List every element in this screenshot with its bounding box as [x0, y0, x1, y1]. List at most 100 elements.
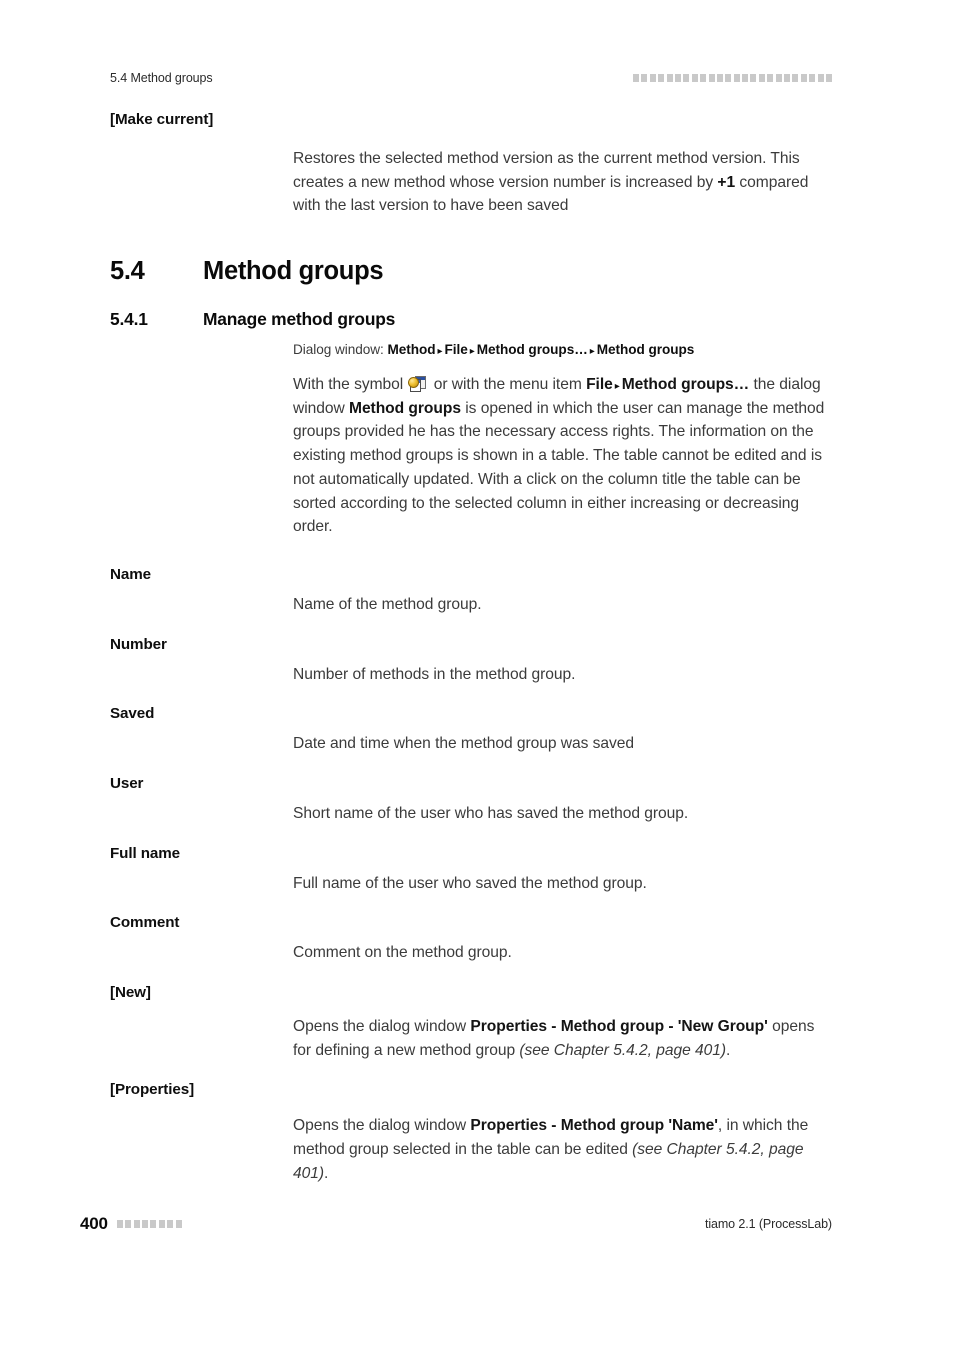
marker-square — [758, 74, 765, 82]
marker-square — [649, 74, 656, 82]
marker-square — [150, 1220, 157, 1228]
marker-square — [725, 74, 732, 82]
chevron-right-icon: ▸ — [614, 381, 620, 393]
marker-square — [683, 74, 690, 82]
term-name: Name — [110, 565, 151, 583]
marker-square — [792, 74, 799, 82]
breadcrumb-item-method: Method — [387, 342, 436, 358]
heading-number: 5.4.1 — [110, 309, 148, 330]
marker-square — [125, 1220, 132, 1228]
dialog-window-breadcrumb: Dialog window: Method ▸ File ▸ Method groups… — [293, 342, 834, 357]
marker-square — [116, 1220, 123, 1228]
marker-square — [784, 74, 791, 82]
marker-square — [716, 74, 723, 82]
chevron-right-icon: ▸ — [589, 346, 595, 358]
term-properties: [Properties] — [110, 1081, 195, 1099]
term-full-name: Full name — [110, 844, 180, 862]
definition-text-full-name: Full name of the user who saved the meth… — [293, 874, 647, 892]
intro-text-part: With the symbol — [293, 376, 408, 394]
page-header: 5.4 Method groups — [110, 69, 832, 87]
dialog-label: Dialog window: — [293, 342, 384, 358]
term-saved: Saved — [110, 705, 155, 723]
term-make-current: [Make current] — [110, 111, 214, 128]
document-page: 5.4 Method groups [Make current] Restore… — [0, 0, 954, 1350]
intro-menu-method-groups: Method groups… — [621, 376, 750, 394]
definition-comment: Comment Comment on the method group. — [110, 913, 834, 965]
header-running-title: 5.4 Method groups — [110, 71, 213, 85]
marker-square — [826, 74, 832, 82]
marker-square — [700, 74, 707, 82]
definition-text-number: Number of methods in the method group. — [293, 665, 576, 683]
marker-square — [658, 74, 665, 82]
definition-text-properties: Opens the dialog window Properties - Met… — [293, 1114, 834, 1185]
intro-paragraph: With the symbol or with the menu item Fi… — [293, 373, 834, 539]
footer-left: 400 — [80, 1214, 182, 1234]
heading-section-5-4-1: 5.4.1 Manage method groups — [110, 309, 834, 330]
marker-square — [767, 74, 774, 82]
intro-menu-file: File — [586, 376, 613, 394]
marker-square — [175, 1220, 182, 1228]
marker-square — [750, 74, 757, 82]
definition-properties-button: [Properties] Opens the dialog window Pro… — [110, 1080, 834, 1185]
breadcrumb-item-method-groups-dialog: Method groups — [596, 342, 695, 358]
definition-full-name: Full name Full name of the user who save… — [110, 844, 834, 896]
marker-square — [633, 74, 640, 82]
def-text-part: Opens the dialog window — [293, 1117, 471, 1135]
definition-text-saved: Date and time when the method group was … — [293, 735, 635, 753]
definition-text-comment: Comment on the method group. — [293, 944, 512, 962]
header-marker-squares — [633, 74, 832, 82]
marker-square — [800, 74, 807, 82]
page-content: [Make current] Restores the selected met… — [110, 110, 834, 1185]
marker-square — [742, 74, 749, 82]
marker-square — [809, 74, 816, 82]
definition-text-name: Name of the method group. — [293, 595, 482, 613]
term-comment: Comment — [110, 914, 180, 932]
dialog-title-properties-name: Properties - Method group 'Name' — [470, 1117, 718, 1135]
term-user: User — [110, 774, 144, 792]
breadcrumb-item-method-groups-menu: Method groups… — [476, 342, 588, 358]
cross-reference: (see Chapter 5.4.2, page 401) — [519, 1041, 726, 1059]
marker-square — [775, 74, 782, 82]
definition-text-user: Short name of the user who has saved the… — [293, 804, 689, 822]
heading-number: 5.4 — [110, 257, 145, 286]
definition-saved: Saved Date and time when the method grou… — [110, 704, 834, 756]
heading-section-5-4: 5.4 Method groups — [110, 257, 834, 286]
marker-square — [733, 74, 740, 82]
breadcrumb-item-file: File — [444, 342, 468, 358]
heading-title: Manage method groups — [203, 309, 396, 330]
marker-square — [641, 74, 648, 82]
method-groups-symbol-icon — [408, 376, 427, 393]
page-number: 400 — [80, 1214, 108, 1233]
page-footer: 400 tiamo 2.1 (ProcessLab) — [80, 1214, 832, 1234]
intro-text-part: is opened in which the user can manage t… — [293, 399, 825, 536]
term-number: Number — [110, 635, 167, 653]
definition-new-button: [New] Opens the dialog window Properties… — [110, 983, 834, 1062]
marker-square — [133, 1220, 140, 1228]
chevron-right-icon: ▸ — [469, 346, 475, 358]
def-text-part: . — [324, 1164, 329, 1182]
def-text-part: . — [726, 1041, 731, 1059]
definition-text-new: Opens the dialog window Properties - Met… — [293, 1015, 834, 1062]
intro-dialog-name: Method groups — [349, 399, 461, 417]
marker-square — [167, 1220, 174, 1228]
marker-square — [708, 74, 715, 82]
marker-square — [674, 74, 681, 82]
intro-text-part: or with the menu item — [429, 376, 587, 394]
footer-marker-squares — [116, 1220, 182, 1228]
def-text-part: Opens the dialog window — [293, 1018, 471, 1035]
term-new: [New] — [110, 984, 151, 1001]
heading-title: Method groups — [203, 257, 384, 286]
footer-product-name: tiamo 2.1 (ProcessLab) — [704, 1217, 832, 1231]
marker-square — [141, 1220, 148, 1228]
definition-user: User Short name of the user who has save… — [110, 774, 834, 826]
marker-square — [666, 74, 673, 82]
definition-text-make-current: Restores the selected method version as … — [293, 147, 834, 218]
definition-name: Name Name of the method group. — [110, 565, 834, 617]
dialog-title-new-group: Properties - Method group - 'New Group' — [470, 1018, 768, 1035]
definition-make-current: [Make current] Restores the selected met… — [110, 110, 834, 218]
marker-square — [691, 74, 698, 82]
marker-square — [817, 74, 824, 82]
def-emphasis: +1 — [717, 173, 736, 191]
marker-square — [158, 1220, 165, 1228]
definition-number: Number Number of methods in the method g… — [110, 635, 834, 687]
